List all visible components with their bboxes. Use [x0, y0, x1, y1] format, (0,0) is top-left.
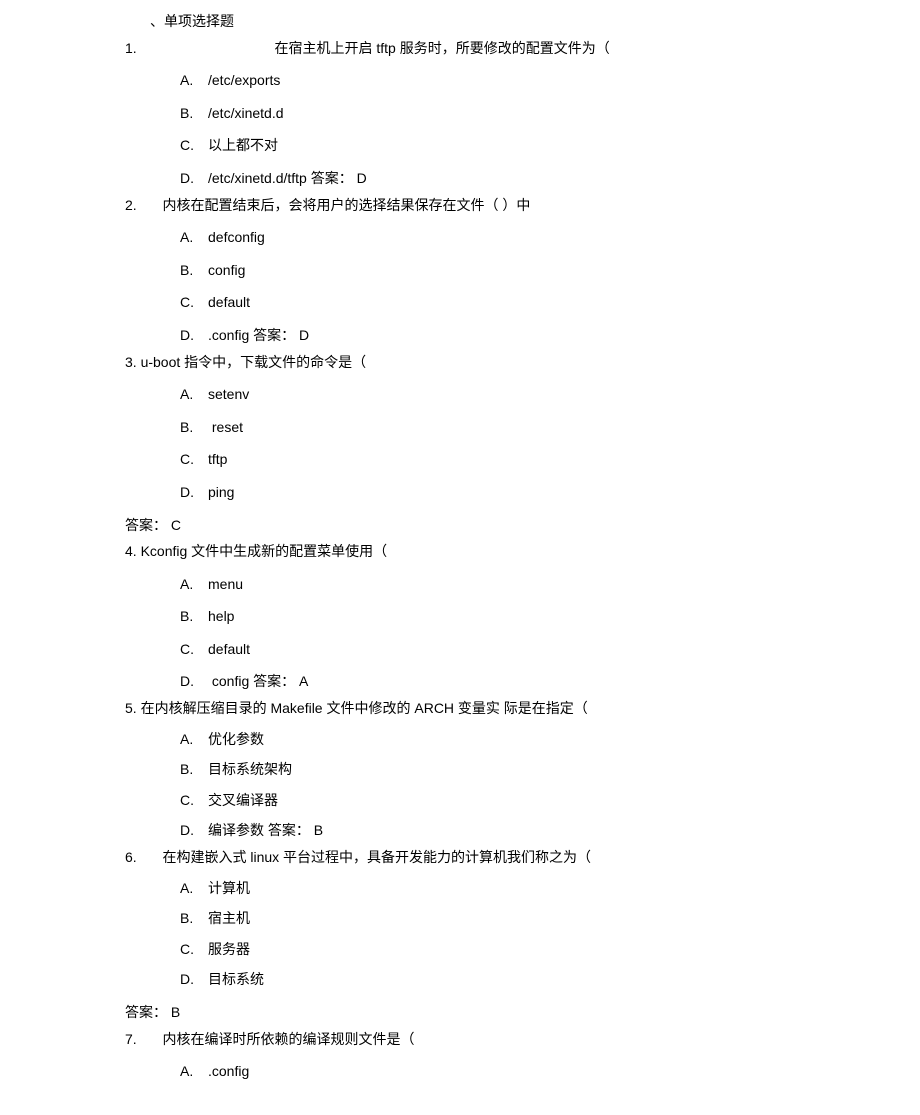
q3-answer: 答案： C: [125, 512, 920, 539]
label-c: C.: [180, 132, 208, 159]
q6-c-text: 服务器: [208, 941, 250, 957]
q2-option-a: A.defconfig: [180, 224, 920, 251]
label-b: B.: [180, 257, 208, 284]
q6-answer: 答案： B: [125, 999, 920, 1026]
q4-d-text: config 答案： A: [212, 673, 308, 689]
q6-text: 在构建嵌入式 linux 平台过程中，具备开发能力的计算机我们称之为（: [162, 849, 591, 865]
q6-b-text: 宿主机: [208, 910, 250, 926]
section-title: 、单项选择题: [150, 8, 920, 35]
q5-option-c: C.交叉编译器: [180, 787, 920, 814]
label-a: A.: [180, 571, 208, 598]
q7-option-a: A..config: [180, 1058, 920, 1085]
q2-d-text: .config 答案： D: [208, 327, 309, 343]
q3-b-text: reset: [212, 419, 243, 435]
q1-option-a: A./etc/exports: [180, 67, 920, 94]
label-d: D.: [180, 479, 208, 506]
label-b: B.: [180, 100, 208, 127]
q1-d-text: /etc/xinetd.d/tftp 答案： D: [208, 170, 367, 186]
q1-c-text: 以上都不对: [208, 137, 278, 153]
q4-option-c: C.default: [180, 636, 920, 663]
label-c: C.: [180, 636, 208, 663]
q7-number: 7.: [125, 1026, 137, 1053]
question-7: 7. 内核在编译时所依赖的编译规则文件是（: [125, 1026, 920, 1053]
label-b: B.: [180, 603, 208, 630]
q6-d-text: 目标系统: [208, 971, 264, 987]
label-c: C.: [180, 936, 208, 963]
q6-option-a: A.计算机: [180, 875, 920, 902]
q5-c-text: 交叉编译器: [208, 792, 278, 808]
q2-a-text: defconfig: [208, 229, 265, 245]
q6-option-c: C.服务器: [180, 936, 920, 963]
q3-option-a: A.setenv: [180, 381, 920, 408]
question-6: 6. 在构建嵌入式 linux 平台过程中，具备开发能力的计算机我们称之为（: [125, 844, 920, 871]
label-b: B.: [180, 905, 208, 932]
q1-b-text: /etc/xinetd.d: [208, 105, 284, 121]
q5-b-text: 目标系统架构: [208, 761, 292, 777]
question-5: 5. 在内核解压缩目录的 Makefile 文件中修改的 ARCH 变量实 际是…: [125, 695, 920, 722]
label-d: D.: [180, 966, 208, 993]
q6-number: 6.: [125, 844, 137, 871]
q4-option-b: B.help: [180, 603, 920, 630]
q5-option-a: A.优化参数: [180, 726, 920, 753]
q2-c-text: default: [208, 294, 250, 310]
q7-a-text: .config: [208, 1063, 249, 1079]
q5-a-text: 优化参数: [208, 731, 264, 747]
q3-text: 3. u-boot 指令中，下载文件的命令是（: [125, 354, 366, 370]
question-1: 1. 在宿主机上开启 tftp 服务时，所要修改的配置文件为（: [125, 35, 920, 62]
q2-number: 2.: [125, 192, 137, 219]
q1-a-text: /etc/exports: [208, 72, 280, 88]
label-a: A.: [180, 1058, 208, 1085]
label-b: B.: [180, 414, 208, 441]
label-c: C.: [180, 289, 208, 316]
q5-text: 5. 在内核解压缩目录的 Makefile 文件中修改的 ARCH 变量实 际是…: [125, 700, 588, 716]
label-c: C.: [180, 787, 208, 814]
q4-option-a: A.menu: [180, 571, 920, 598]
q4-option-d: D. config 答案： A: [180, 668, 920, 695]
q3-option-d: D.ping: [180, 479, 920, 506]
q2-b-text: config: [208, 262, 245, 278]
q3-option-c: C.tftp: [180, 446, 920, 473]
label-a: A.: [180, 224, 208, 251]
q3-a-text: setenv: [208, 386, 249, 402]
label-a: A.: [180, 67, 208, 94]
q3-option-b: B. reset: [180, 414, 920, 441]
q4-b-text: help: [208, 608, 234, 624]
q6-option-d: D.目标系统: [180, 966, 920, 993]
label-b: B.: [180, 756, 208, 783]
q2-option-c: C.default: [180, 289, 920, 316]
q2-text: 内核在配置结束后，会将用户的选择结果保存在文件（ ）中: [162, 197, 530, 213]
q3-c-text: tftp: [208, 451, 227, 467]
q4-c-text: default: [208, 641, 250, 657]
label-c: C.: [180, 446, 208, 473]
question-4: 4. Kconfig 文件中生成新的配置菜单使用（: [125, 538, 920, 565]
q1-option-b: B./etc/xinetd.d: [180, 100, 920, 127]
label-d: D.: [180, 817, 208, 844]
question-3: 3. u-boot 指令中，下载文件的命令是（: [125, 349, 920, 376]
q2-option-b: B.config: [180, 257, 920, 284]
q1-option-d: D./etc/xinetd.d/tftp 答案： D: [180, 165, 920, 192]
q4-a-text: menu: [208, 576, 243, 592]
label-a: A.: [180, 381, 208, 408]
q4-text: 4. Kconfig 文件中生成新的配置菜单使用（: [125, 543, 387, 559]
q1-number: 1.: [125, 35, 137, 62]
label-d: D.: [180, 165, 208, 192]
label-d: D.: [180, 322, 208, 349]
q1-text: 在宿主机上开启 tftp 服务时，所要修改的配置文件为（: [274, 40, 609, 56]
label-a: A.: [180, 875, 208, 902]
q6-a-text: 计算机: [208, 880, 250, 896]
label-d: D.: [180, 668, 208, 695]
q6-option-b: B.宿主机: [180, 905, 920, 932]
q2-option-d: D..config 答案： D: [180, 322, 920, 349]
q3-d-text: ping: [208, 484, 234, 500]
q1-option-c: C.以上都不对: [180, 132, 920, 159]
label-a: A.: [180, 726, 208, 753]
q5-d-text: 编译参数 答案： B: [208, 822, 323, 838]
q5-option-b: B.目标系统架构: [180, 756, 920, 783]
q7-text: 内核在编译时所依赖的编译规则文件是（: [162, 1031, 414, 1047]
q5-option-d: D.编译参数 答案： B: [180, 817, 920, 844]
question-2: 2. 内核在配置结束后，会将用户的选择结果保存在文件（ ）中: [125, 192, 920, 219]
